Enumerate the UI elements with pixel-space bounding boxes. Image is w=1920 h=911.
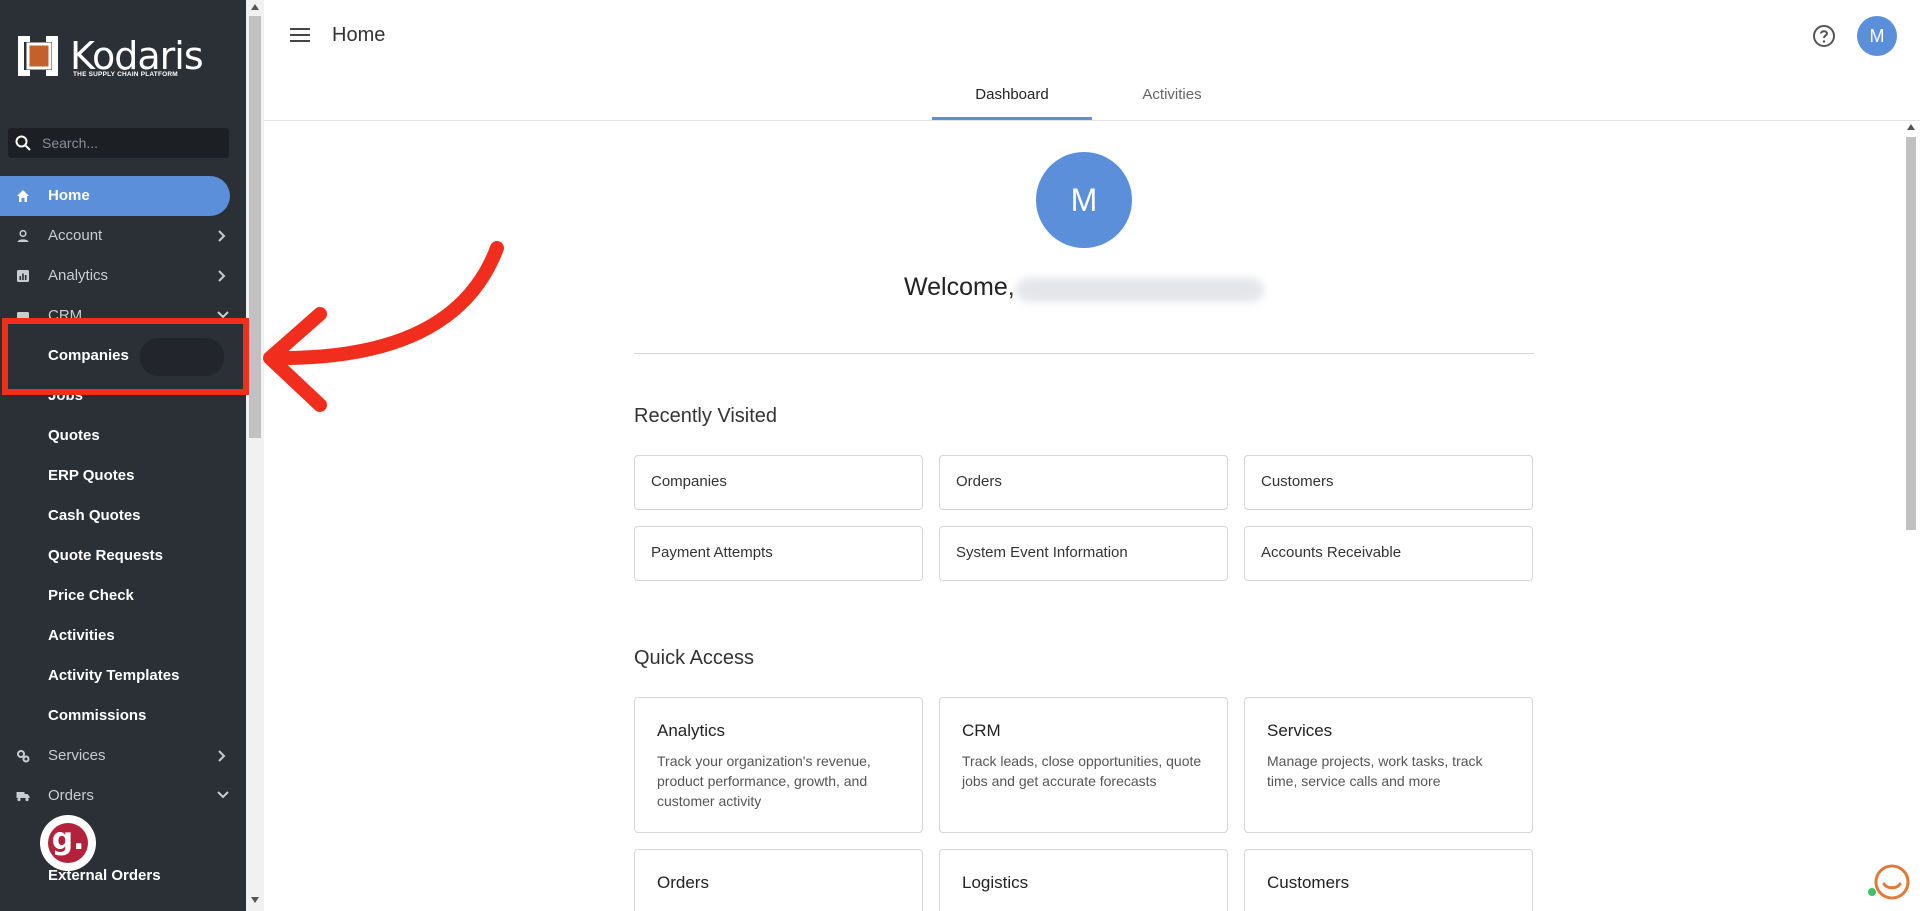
active-tab-indicator xyxy=(932,117,1092,120)
quick-card-services[interactable]: Services Manage projects, work tasks, tr… xyxy=(1244,697,1533,833)
home-icon xyxy=(17,190,29,202)
sidebar-subitem-erp-quotes[interactable]: ERP Quotes xyxy=(0,456,246,496)
app-window: Kodaris THE SUPPLY CHAIN PLATFORM Home A… xyxy=(0,0,1920,911)
kodaris-logo-mark-icon xyxy=(18,36,58,76)
sidebar-subitem-label: Quotes xyxy=(48,427,100,444)
quick-card-orders[interactable]: Orders xyxy=(634,849,923,911)
recent-card-label: Payment Attempts xyxy=(651,544,773,561)
sidebar-subitem-label: Quote Requests xyxy=(48,547,164,564)
welcome-heading: Welcome, xyxy=(904,273,1015,301)
scroll-up-icon xyxy=(251,4,259,10)
help-icon[interactable] xyxy=(1812,24,1836,48)
sidebar-item-label: Services xyxy=(48,747,106,764)
sidebar-item-label: Account xyxy=(48,227,103,244)
search-input[interactable] xyxy=(42,132,222,154)
chevron-right-icon xyxy=(218,230,226,242)
sidebar-item-label: Analytics xyxy=(48,267,109,284)
quick-card-description: Track your organization's revenue, produ… xyxy=(657,753,871,809)
recent-card-system-event-information[interactable]: System Event Information xyxy=(939,526,1228,581)
user-avatar[interactable]: M xyxy=(1857,16,1897,56)
sidebar-subitem-activities[interactable]: Activities xyxy=(0,616,246,656)
main-scrollbar[interactable] xyxy=(1902,121,1920,911)
menu-icon[interactable] xyxy=(290,27,310,43)
recent-card-label: System Event Information xyxy=(956,544,1128,561)
sidebar-subitem-label: Cash Quotes xyxy=(48,507,141,524)
truck-icon xyxy=(16,792,30,802)
tab-activities[interactable]: Activities xyxy=(1092,86,1252,103)
sidebar-subitem-quote-requests[interactable]: Quote Requests xyxy=(0,536,246,576)
recent-card-payment-attempts[interactable]: Payment Attempts xyxy=(634,526,923,581)
highlight-box xyxy=(2,318,249,395)
recent-card-label: Companies xyxy=(651,473,727,490)
scroll-down-icon xyxy=(251,897,259,903)
chevron-down-icon xyxy=(217,791,229,799)
sidebar-subitem-label: Activities xyxy=(48,627,115,644)
sidebar-subitem-label: Activity Templates xyxy=(48,667,180,684)
recent-card-label: Customers xyxy=(1261,473,1334,490)
quick-card-title: Logistics xyxy=(962,873,1029,892)
recent-card-label: Orders xyxy=(956,473,1002,490)
sidebar-subitem-price-check[interactable]: Price Check xyxy=(0,576,246,616)
chat-support-icon[interactable] xyxy=(1866,860,1910,904)
services-icon xyxy=(17,750,30,763)
search-icon xyxy=(15,135,31,151)
sidebar-search[interactable] xyxy=(8,128,229,158)
profile-avatar: M xyxy=(1036,152,1132,248)
quick-card-title: Customers xyxy=(1267,873,1350,892)
quick-access-title: Quick Access xyxy=(634,647,755,669)
sidebar-item-label: Orders xyxy=(48,787,94,804)
kodaris-logo[interactable]: Kodaris THE SUPPLY CHAIN PLATFORM xyxy=(16,34,206,82)
sidebar-subitem-label: Commissions xyxy=(48,707,147,724)
quick-card-title: CRM xyxy=(962,721,1001,740)
divider xyxy=(634,353,1534,354)
sidebar-item-home[interactable]: Home xyxy=(0,176,230,216)
quick-card-title: Orders xyxy=(657,873,709,892)
recently-visited-title: Recently Visited xyxy=(634,405,778,427)
sidebar-subitem-quotes[interactable]: Quotes xyxy=(0,416,246,456)
sidebar-item-label: Home xyxy=(48,187,90,204)
quick-card-title: Services xyxy=(1267,721,1333,740)
guidde-widget-button[interactable]: g. xyxy=(40,815,96,871)
redacted-email xyxy=(1016,278,1264,302)
quick-card-crm[interactable]: CRM Track leads, close opportunities, qu… xyxy=(939,697,1228,833)
recent-card-customers[interactable]: Customers xyxy=(1244,455,1533,510)
sidebar-item-account[interactable]: Account xyxy=(0,216,246,256)
quick-card-description: Track leads, close opportunities, quote … xyxy=(962,753,1202,789)
quick-card-customers[interactable]: Customers xyxy=(1244,849,1533,911)
tab-dashboard[interactable]: Dashboard xyxy=(932,86,1092,103)
sidebar-subitem-external-orders[interactable]: External Orders xyxy=(0,856,246,896)
main-scrollbar-thumb[interactable] xyxy=(1906,137,1916,530)
sidebar: Kodaris THE SUPPLY CHAIN PLATFORM Home A… xyxy=(0,0,246,911)
top-bar: Home M Dashboard Activities xyxy=(264,0,1920,121)
sidebar-subitem-label: Price Check xyxy=(48,587,134,604)
user-icon xyxy=(17,229,29,242)
sidebar-subitem-activity-templates[interactable]: Activity Templates xyxy=(0,656,246,696)
recent-card-orders[interactable]: Orders xyxy=(939,455,1228,510)
recent-card-label: Accounts Receivable xyxy=(1261,544,1402,561)
sidebar-nav: Home Account Analytics CRM Companies Job… xyxy=(0,176,246,896)
analytics-icon xyxy=(17,270,29,282)
sidebar-item-analytics[interactable]: Analytics xyxy=(0,256,246,296)
chevron-right-icon xyxy=(218,270,226,282)
recent-card-companies[interactable]: Companies xyxy=(634,455,923,510)
annotation-arrow-icon xyxy=(263,241,504,412)
quick-card-logistics[interactable]: Logistics xyxy=(939,849,1228,911)
g-logo-icon: g. xyxy=(48,823,88,863)
logo-tagline: THE SUPPLY CHAIN PLATFORM xyxy=(73,71,178,78)
recent-card-accounts-receivable[interactable]: Accounts Receivable xyxy=(1244,526,1533,581)
quick-card-title: Analytics xyxy=(657,721,726,740)
quick-card-analytics[interactable]: Analytics Track your organization's reve… xyxy=(634,697,923,833)
sidebar-subitem-label: ERP Quotes xyxy=(48,467,135,484)
sidebar-item-orders[interactable]: Orders xyxy=(0,776,246,816)
sidebar-subitem-cash-quotes[interactable]: Cash Quotes xyxy=(0,496,246,536)
sidebar-scrollbar[interactable] xyxy=(246,0,264,911)
chevron-right-icon xyxy=(218,750,226,762)
scroll-up-icon xyxy=(1907,124,1915,130)
quick-card-description: Manage projects, work tasks, track time,… xyxy=(1267,753,1483,789)
sidebar-item-services[interactable]: Services xyxy=(0,736,246,776)
sidebar-subitem-commissions[interactable]: Commissions xyxy=(0,696,246,736)
page-title: Home xyxy=(332,24,386,46)
